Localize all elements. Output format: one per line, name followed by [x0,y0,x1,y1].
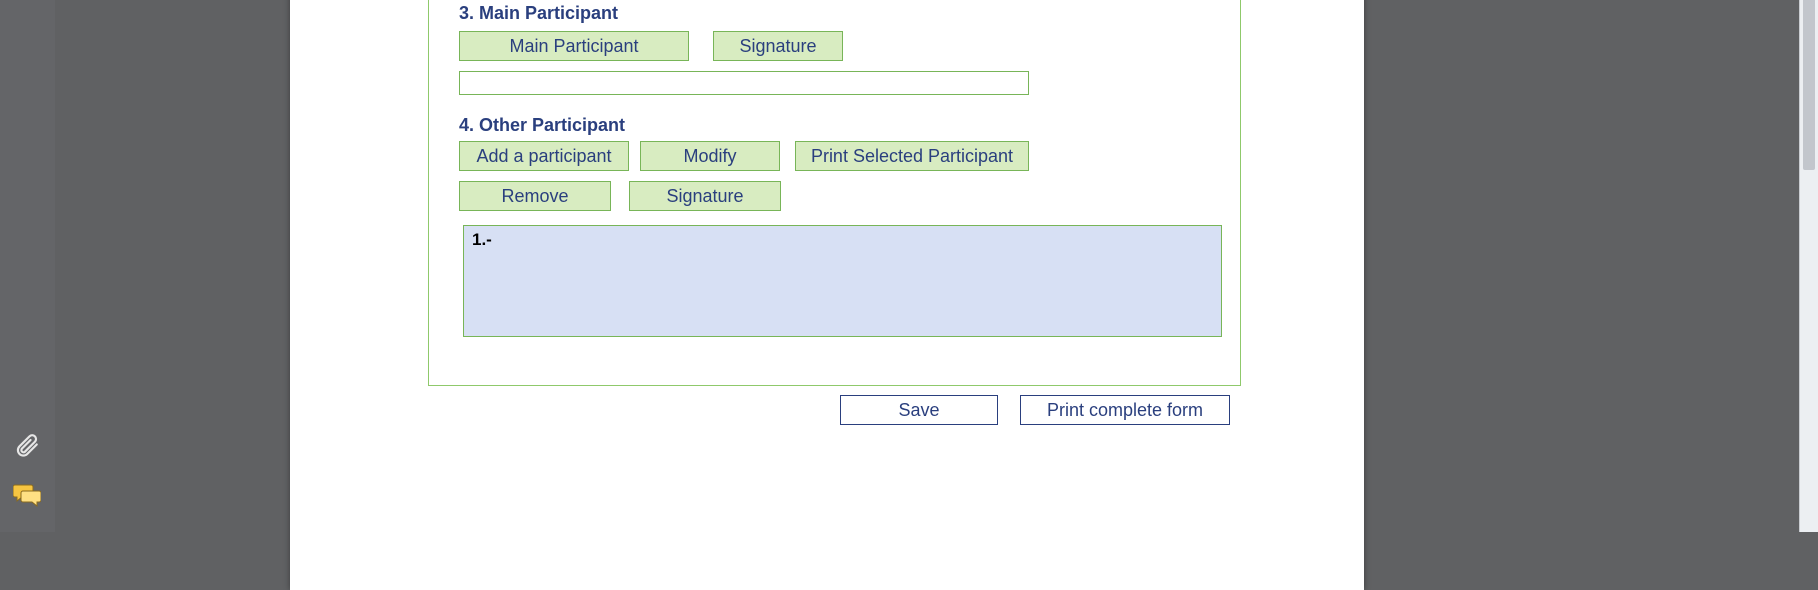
print-selected-button[interactable]: Print Selected Participant [795,141,1029,171]
section-3-heading: 3. Main Participant [459,3,618,24]
pdf-sidebar [0,0,55,532]
other-signature-button[interactable]: Signature [629,181,781,211]
print-complete-form-button[interactable]: Print complete form [1020,395,1230,425]
main-participant-field[interactable] [459,71,1029,95]
save-button[interactable]: Save [840,395,998,425]
section-4-heading: 4. Other Participant [459,115,625,136]
form-frame: Product Outline 3. Main Participant Main… [428,0,1241,386]
main-participant-button[interactable]: Main Participant [459,31,689,61]
vertical-scrollbar[interactable] [1799,0,1818,532]
modify-button[interactable]: Modify [640,141,780,171]
main-signature-button[interactable]: Signature [713,31,843,61]
add-participant-button[interactable]: Add a participant [459,141,629,171]
paperclip-icon [14,432,40,458]
viewport-gutter: Product Outline 3. Main Participant Main… [55,0,1818,532]
remove-button[interactable]: Remove [459,181,611,211]
comment-icon[interactable] [10,478,44,512]
attachment-icon[interactable] [10,428,44,462]
participants-list[interactable]: 1.- [463,225,1222,337]
speech-bubbles-icon [13,483,41,507]
form-footer: Save Print complete form [840,395,1340,425]
form-page: Product Outline 3. Main Participant Main… [290,0,1364,590]
